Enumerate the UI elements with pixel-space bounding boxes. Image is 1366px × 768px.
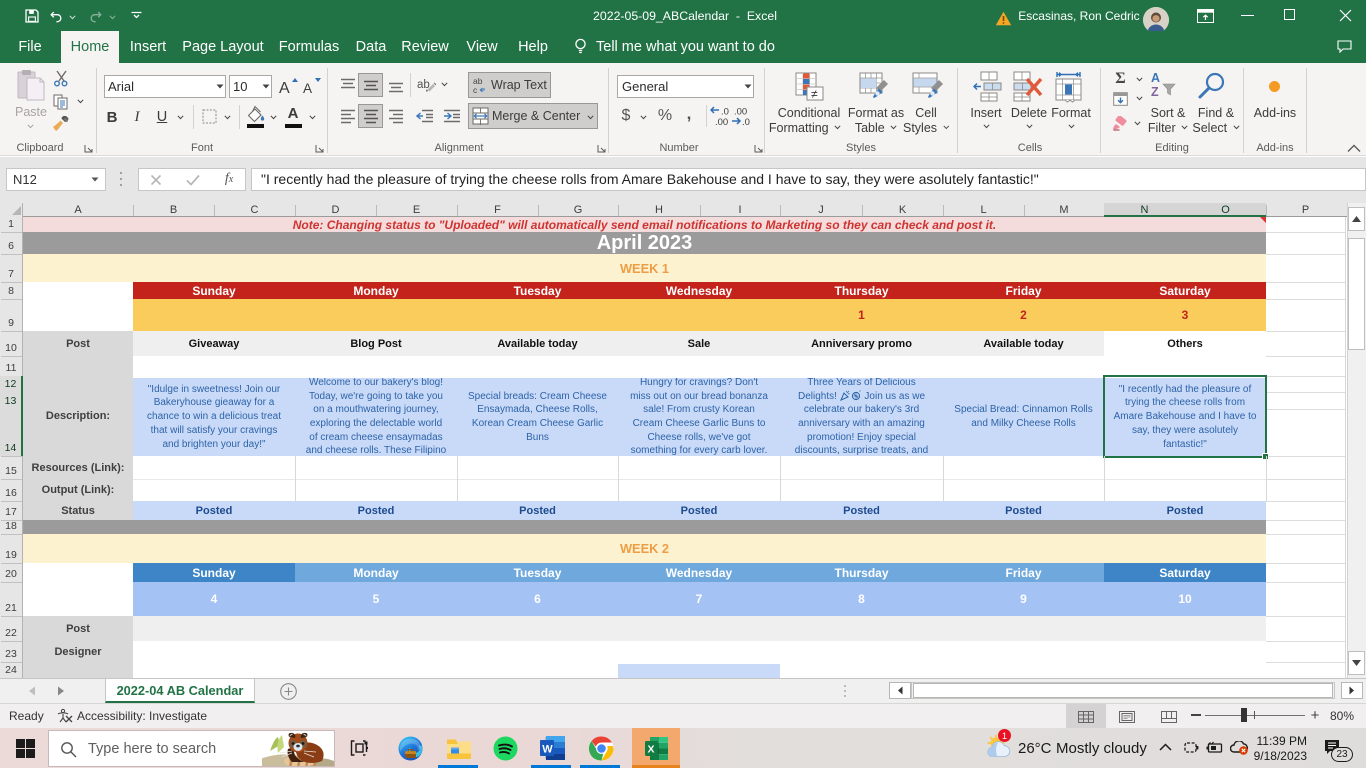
svg-text:.0: .0 <box>721 107 729 118</box>
svg-text:.00: .00 <box>715 117 728 127</box>
svg-text:.00: .00 <box>734 107 747 118</box>
svg-text:W: W <box>542 744 553 756</box>
svg-text:A: A <box>279 80 290 97</box>
svg-text:.0: .0 <box>742 117 750 127</box>
svg-text:X: X <box>647 743 654 755</box>
svg-text:A: A <box>303 81 312 96</box>
svg-text:A: A <box>1151 71 1160 85</box>
svg-text:c: c <box>473 85 478 95</box>
svg-text:Z: Z <box>1151 85 1159 99</box>
svg-text:≠: ≠ <box>811 87 818 101</box>
